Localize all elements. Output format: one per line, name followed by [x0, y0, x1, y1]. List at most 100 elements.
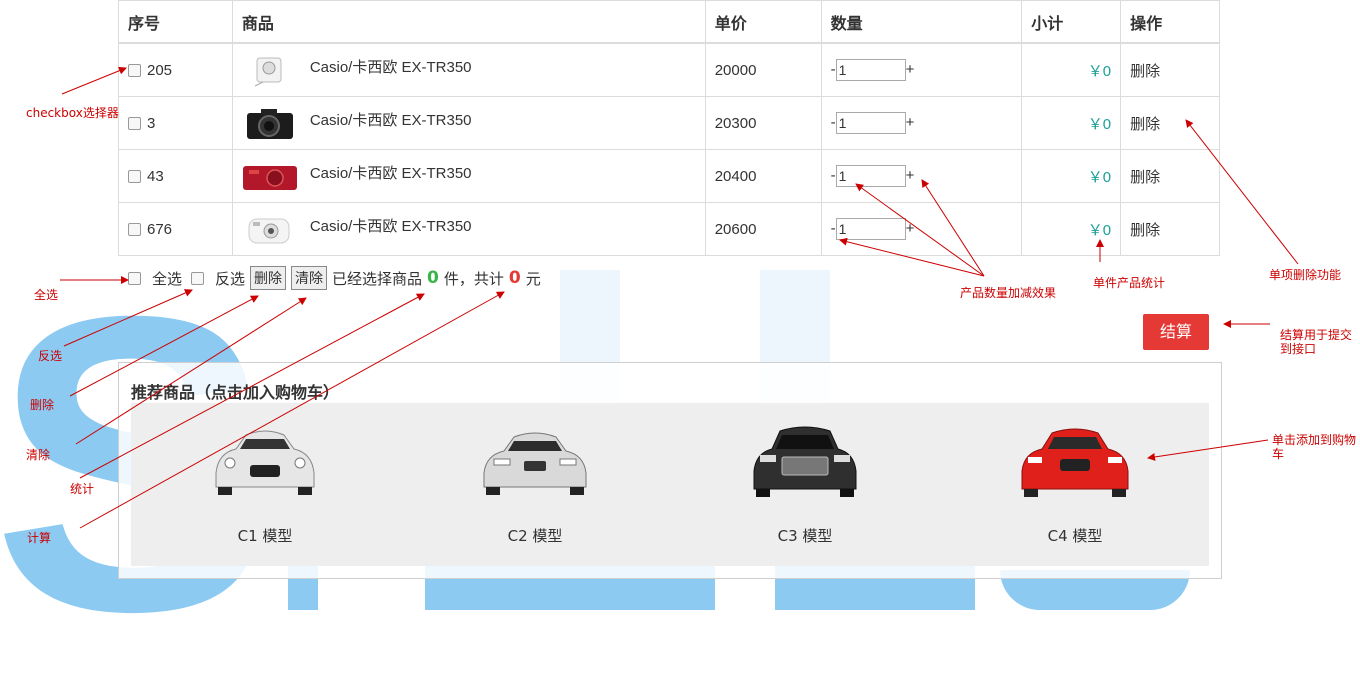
- row-checkbox[interactable]: [128, 223, 141, 237]
- recommend-title: 推荐商品（点击加入购物车）: [131, 383, 340, 402]
- delete-button[interactable]: 删除: [250, 266, 287, 290]
- row-id: 43: [147, 167, 164, 185]
- total-amount: 0: [508, 268, 521, 288]
- header-price: 单价: [704, 0, 822, 44]
- qty-cell: -1 +: [820, 42, 1023, 97]
- qty-plus-button[interactable]: +: [906, 220, 915, 237]
- table-header: 序号 商品 单价 数量 小计 操作: [118, 0, 1220, 44]
- qty-input[interactable]: 1: [835, 59, 906, 81]
- qty-input[interactable]: 1: [835, 165, 906, 187]
- header-id: 序号: [118, 0, 233, 44]
- delete-link[interactable]: 删除: [1120, 96, 1220, 150]
- annotation-checkout-2: 到接口: [1280, 342, 1317, 356]
- qty-cell: -1 +: [820, 202, 1023, 256]
- table-row: 43 Casio/卡西欧 EX-TR350 20400 -1 + ￥0 删除: [118, 149, 1220, 203]
- row-id-cell: 43: [118, 149, 233, 203]
- table-row: 3 Casio/卡西欧 EX-TR350 20300 -1 + ￥0 删除: [118, 96, 1220, 150]
- row-checkbox[interactable]: [128, 64, 141, 78]
- invert-label: 反选: [215, 269, 246, 288]
- subtotal-cell: ￥0: [1021, 96, 1122, 150]
- goods-cell: Casio/卡西欧 EX-TR350: [231, 202, 706, 256]
- price-cell: 20400: [704, 149, 822, 203]
- car-name: C3 模型: [777, 527, 833, 545]
- annotation-clear: 清除: [26, 448, 51, 462]
- qty-plus-button[interactable]: +: [906, 61, 915, 78]
- price-cell: 20300: [704, 96, 822, 150]
- annotation-select-all: 全选: [34, 288, 59, 302]
- car-icon: [215, 430, 315, 495]
- row-checkbox[interactable]: [128, 170, 141, 184]
- annotation-qty-effect: 产品数量加减效果: [960, 286, 1057, 300]
- car-icon: [753, 426, 857, 497]
- delete-link[interactable]: 删除: [1120, 202, 1220, 256]
- row-checkbox[interactable]: [128, 117, 141, 131]
- car-name: C4 模型: [1047, 527, 1103, 545]
- recommend-item[interactable]: C4 模型: [1015, 413, 1135, 546]
- row-id-cell: 205: [118, 42, 233, 97]
- goods-cell: Casio/卡西欧 EX-TR350: [231, 149, 706, 203]
- price-cell: 20000: [704, 42, 822, 97]
- goods-name: Casio/卡西欧 EX-TR350: [309, 59, 472, 76]
- annotation-invert: 反选: [38, 349, 63, 363]
- car-icon: [483, 432, 587, 495]
- header-goods: 商品: [231, 0, 706, 44]
- recommend-panel: 推荐商品（点击加入购物车） C1 模型 C2 模型 C3 模型 C4 模型: [118, 362, 1222, 579]
- price-cell: 20600: [704, 202, 822, 256]
- row-id: 676: [147, 220, 173, 238]
- checkout-button[interactable]: 结算: [1143, 314, 1209, 350]
- subtotal-cell: ￥0: [1021, 202, 1122, 256]
- count-unit: 件，共计: [443, 269, 504, 288]
- annotation-add-cart-2: 车: [1272, 447, 1285, 461]
- cart-table: 序号 商品 单价 数量 小计 操作 205 Casio/卡西欧 EX-TR350…: [118, 0, 1220, 256]
- annotation-checkbox: checkbox选择器: [26, 106, 119, 120]
- car-name: C2 模型: [507, 527, 563, 545]
- subtotal-cell: ￥0: [1021, 149, 1122, 203]
- goods-cell: Casio/卡西欧 EX-TR350: [231, 42, 706, 97]
- selected-prefix: 已经选择商品: [332, 269, 423, 288]
- row-id-cell: 676: [118, 202, 233, 256]
- red-camera-icon: [242, 166, 297, 190]
- table-row: 676 Casio/卡西欧 EX-TR350 20600 -1 + ￥0 删除: [118, 202, 1220, 256]
- goods-cell: Casio/卡西欧 EX-TR350: [231, 96, 706, 150]
- delete-link[interactable]: 删除: [1120, 42, 1220, 97]
- annotation-single-delete: 单项删除功能: [1269, 268, 1342, 282]
- car-icon: [1021, 428, 1129, 497]
- header-op: 操作: [1120, 0, 1220, 44]
- subtotal-cell: ￥0: [1021, 42, 1122, 97]
- recommend-list: C1 模型 C2 模型 C3 模型 C4 模型: [131, 403, 1209, 566]
- qty-input[interactable]: 1: [835, 112, 906, 134]
- qty-cell: -1 +: [820, 149, 1023, 203]
- select-all-label: 全选: [152, 269, 183, 288]
- qty-input[interactable]: 1: [835, 218, 906, 240]
- annotation-calc: 计算: [27, 531, 52, 545]
- black-camera-icon: [246, 109, 293, 139]
- header-qty: 数量: [820, 0, 1023, 44]
- annotation-delete: 删除: [30, 398, 55, 412]
- delete-link[interactable]: 删除: [1120, 149, 1220, 203]
- select-all-checkbox[interactable]: [128, 271, 141, 285]
- header-subtotal: 小计: [1021, 0, 1122, 44]
- qty-plus-button[interactable]: +: [906, 114, 915, 131]
- annotation-stats: 统计: [70, 482, 95, 496]
- car-name: C1 模型: [237, 527, 293, 545]
- action-bar: 全选 反选 删除 清除 已经选择商品 0 件，共计 0 元: [128, 266, 541, 290]
- recommend-item[interactable]: C2 模型: [475, 413, 595, 546]
- qty-plus-button[interactable]: +: [906, 167, 915, 184]
- annotation-add-cart-1: 单击添加到购物: [1272, 433, 1357, 447]
- recommend-item[interactable]: C1 模型: [205, 413, 325, 546]
- qty-cell: -1 +: [820, 96, 1023, 150]
- recommend-item[interactable]: C3 模型: [745, 413, 865, 546]
- row-id: 205: [147, 61, 173, 79]
- currency-label: 元: [525, 269, 541, 288]
- goods-name: Casio/卡西欧 EX-TR350: [309, 218, 472, 235]
- instant-camera-icon: [248, 218, 290, 244]
- annotation-item-stats: 单件产品统计: [1093, 276, 1166, 290]
- white-camera-icon: [254, 57, 282, 87]
- clear-button[interactable]: 清除: [291, 266, 328, 290]
- goods-name: Casio/卡西欧 EX-TR350: [309, 165, 472, 182]
- row-id: 3: [147, 114, 156, 132]
- table-row: 205 Casio/卡西欧 EX-TR350 20000 -1 + ￥0 删除: [118, 42, 1220, 97]
- row-id-cell: 3: [118, 96, 233, 150]
- invert-checkbox[interactable]: [191, 271, 205, 285]
- selected-count: 0: [427, 268, 439, 288]
